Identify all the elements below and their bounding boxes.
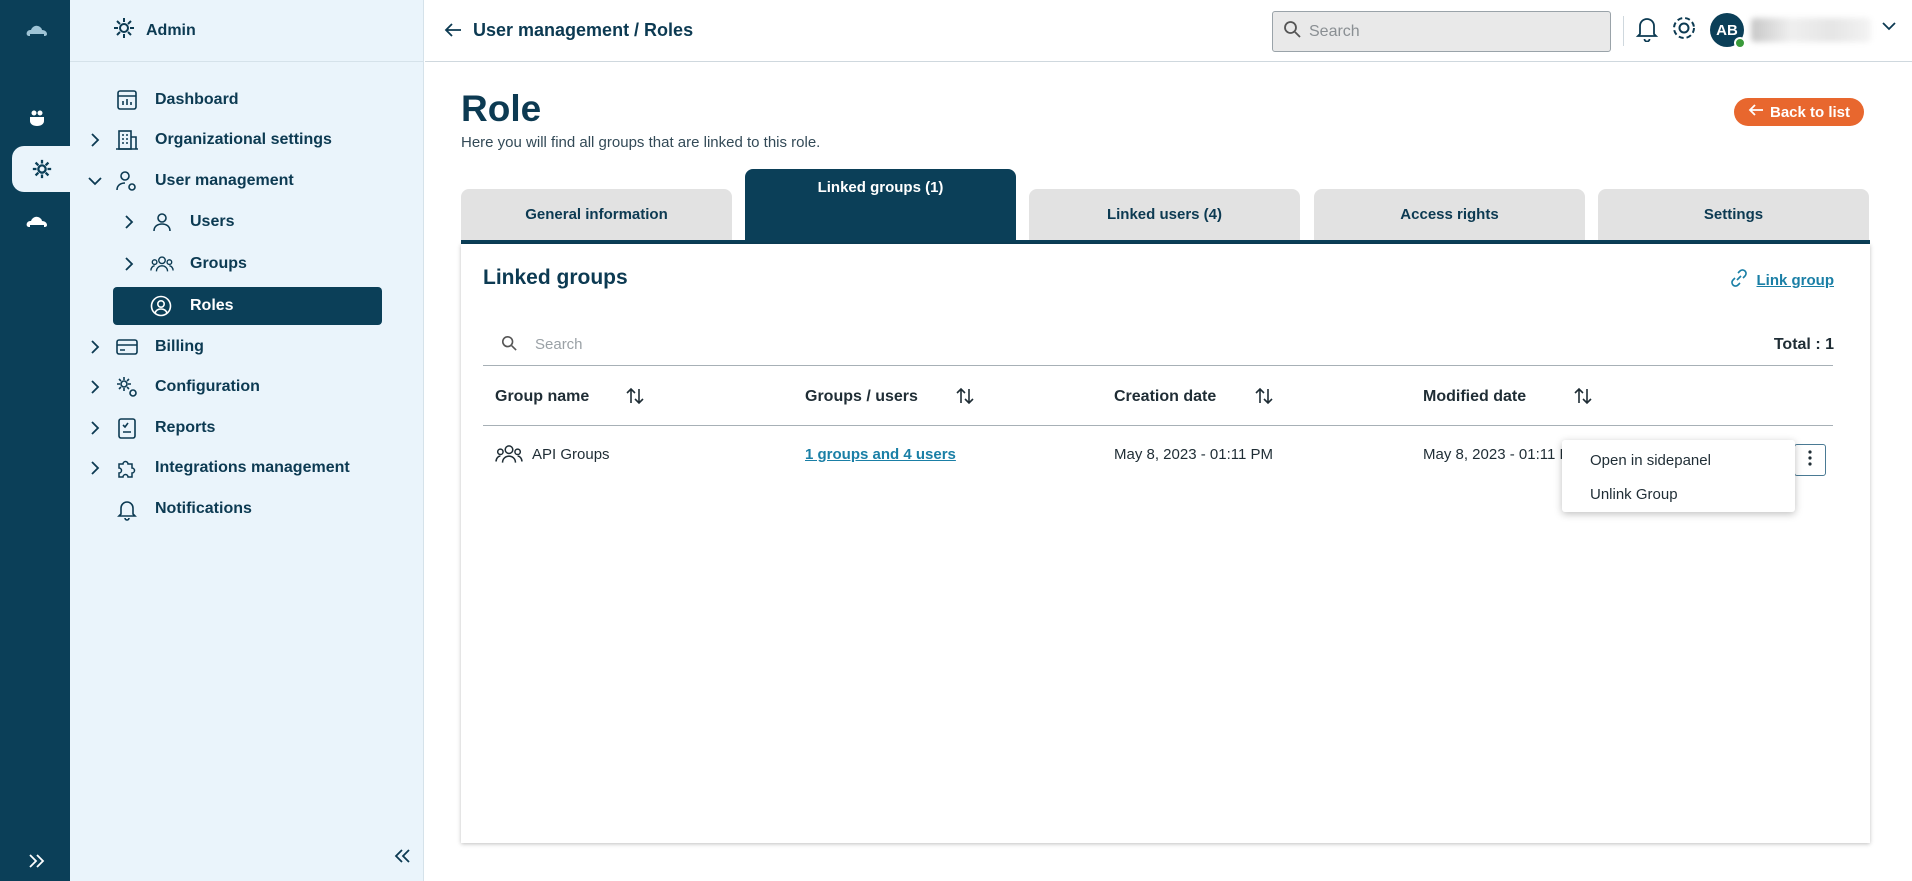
chevron-right-icon[interactable] xyxy=(88,380,102,394)
sort-icon[interactable] xyxy=(1573,387,1593,410)
linked-groups-card: Linked groups Link group Search Total : … xyxy=(461,244,1870,843)
more-vertical-icon xyxy=(1808,449,1812,471)
cloud-icon[interactable] xyxy=(2,199,72,245)
chevron-down-icon[interactable] xyxy=(1882,18,1896,36)
column-label: Group name xyxy=(495,388,590,405)
column-header-modified-date[interactable]: Modified date xyxy=(1423,387,1592,406)
column-label: Modified date xyxy=(1423,388,1527,405)
column-header-group-name[interactable]: Group name xyxy=(495,387,644,406)
column-header-groups-users[interactable]: Groups / users xyxy=(805,387,974,406)
sidebar-item-label: Roles xyxy=(190,297,234,314)
tab-general-information[interactable]: General information xyxy=(461,189,732,240)
collapse-sidebar-icon[interactable] xyxy=(393,848,411,869)
avatar-initials: AB xyxy=(1716,21,1738,39)
link-group-label: Link group xyxy=(1756,271,1835,289)
user-circle-icon xyxy=(149,294,173,318)
puzzle-hand-icon[interactable] xyxy=(2,95,72,141)
menu-item-unlink-group[interactable]: Unlink Group xyxy=(1590,486,1678,503)
menu-item-open-sidepanel[interactable]: Open in sidepanel xyxy=(1590,452,1711,469)
chevron-right-icon[interactable] xyxy=(88,133,102,147)
search-icon xyxy=(1283,20,1301,43)
back-arrow-icon[interactable] xyxy=(443,20,463,45)
user-icon xyxy=(150,210,174,234)
back-to-list-label: Back to list xyxy=(1770,103,1851,121)
chevron-right-icon[interactable] xyxy=(88,340,102,354)
sidebar-item-label: Organizational settings xyxy=(155,131,332,148)
sidebar-item-label: Users xyxy=(190,213,235,230)
chevron-right-icon[interactable] xyxy=(122,257,136,271)
page-subtitle: Here you will find all groups that are l… xyxy=(461,134,821,151)
bell-icon xyxy=(115,497,139,521)
sidebar-item-label: Reports xyxy=(155,419,216,436)
notifications-bell-icon[interactable] xyxy=(1635,14,1659,47)
link-icon xyxy=(1729,268,1749,292)
blurred-user-name xyxy=(1751,18,1871,42)
chevron-right-icon[interactable] xyxy=(88,421,102,435)
groups-users-link[interactable]: 1 groups and 4 users xyxy=(805,446,956,463)
link-group-button[interactable]: Link group xyxy=(1729,268,1835,292)
expand-rail-icon[interactable] xyxy=(2,853,72,869)
back-to-list-button[interactable]: Back to list xyxy=(1734,98,1865,126)
sidebar-item-label: Dashboard xyxy=(155,91,239,108)
sort-icon[interactable] xyxy=(955,387,975,410)
chevron-right-icon[interactable] xyxy=(122,215,136,229)
search-placeholder: Search xyxy=(1309,22,1360,40)
building-icon xyxy=(115,128,139,152)
app-rail xyxy=(0,0,72,881)
gear-icon xyxy=(112,16,136,45)
page-title: Role xyxy=(461,88,542,129)
creation-date-cell: May 8, 2023 - 01:11 PM xyxy=(1114,446,1273,463)
global-search-input[interactable]: Search xyxy=(1272,11,1611,52)
online-status-dot xyxy=(1734,37,1746,49)
row-context-menu: Open in sidepanel Unlink Group xyxy=(1562,440,1795,512)
sidebar-item-label: User management xyxy=(155,172,294,189)
column-label: Groups / users xyxy=(805,388,918,405)
sort-icon[interactable] xyxy=(1254,387,1274,410)
tab-access-rights[interactable]: Access rights xyxy=(1314,189,1585,240)
search-placeholder: Search xyxy=(535,336,583,353)
divider xyxy=(1623,16,1624,46)
group-icon xyxy=(150,252,174,276)
chevron-right-icon[interactable] xyxy=(88,461,102,475)
avatar[interactable]: AB xyxy=(1710,13,1746,49)
chevron-down-icon[interactable] xyxy=(88,174,102,188)
tab-settings[interactable]: Settings xyxy=(1598,189,1869,240)
column-label: Creation date xyxy=(1114,388,1217,405)
admin-sidebar: Admin Dashboard Organizational settings … xyxy=(70,0,424,881)
gear-icon[interactable] xyxy=(12,146,72,192)
tab-linked-users[interactable]: Linked users (4) xyxy=(1029,189,1300,240)
config-gears-icon xyxy=(115,375,139,399)
sidebar-item-label: Groups xyxy=(190,255,247,272)
total-count: Total : 1 xyxy=(1773,336,1834,353)
table-header: Group name Groups / users Creation date … xyxy=(483,368,1833,426)
breadcrumb: User management / Roles xyxy=(473,20,694,40)
user-gear-icon xyxy=(115,169,139,193)
dashboard-icon xyxy=(115,88,139,112)
top-bar: User management / Roles Search AB xyxy=(425,0,1912,62)
sort-icon[interactable] xyxy=(625,387,645,410)
sidebar-item-label: Billing xyxy=(155,338,204,355)
sidebar-item-label: Notifications xyxy=(155,500,252,517)
group-name-cell: API Groups xyxy=(532,446,610,463)
sidebar-title: Admin xyxy=(146,21,196,39)
sidebar-item-label: Integrations management xyxy=(155,459,350,476)
search-icon xyxy=(501,335,517,355)
sidebar-header: Admin xyxy=(70,0,423,62)
sidebar-item-label: Configuration xyxy=(155,378,260,395)
credit-card-icon xyxy=(115,335,139,359)
cloud-logo-icon[interactable] xyxy=(2,0,72,62)
sidebar-item-roles[interactable]: Roles xyxy=(113,287,382,325)
group-icon xyxy=(495,442,523,470)
puzzle-icon xyxy=(115,456,139,480)
tab-linked-groups[interactable]: Linked groups (1) xyxy=(745,169,1016,240)
settings-gear-icon[interactable] xyxy=(1670,14,1698,47)
back-arrow-icon xyxy=(1748,103,1764,121)
card-title: Linked groups xyxy=(483,266,628,289)
column-header-creation-date[interactable]: Creation date xyxy=(1114,387,1273,406)
row-actions-button[interactable] xyxy=(1794,444,1826,476)
table-search-input[interactable]: Search xyxy=(483,324,1833,366)
report-icon xyxy=(115,416,139,440)
